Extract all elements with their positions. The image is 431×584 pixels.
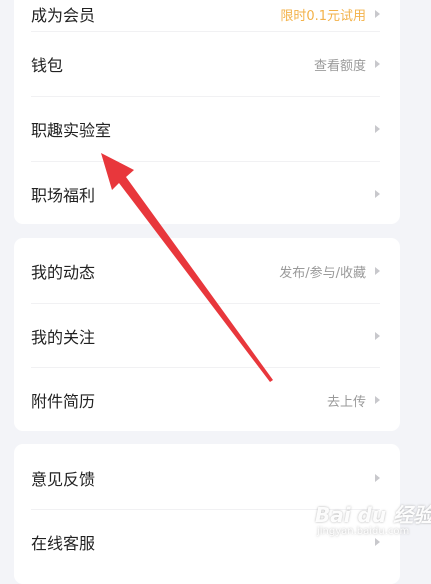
row-label: 职趣实验室: [31, 121, 112, 140]
row-value-wallet: 查看额度: [313, 58, 366, 74]
chevron-right-icon: [375, 190, 380, 198]
row-label: 在线客服: [31, 534, 96, 553]
chevron-right-icon: [375, 267, 380, 275]
chevron-right-icon: [375, 125, 380, 133]
row-workplace-benefits[interactable]: 职场福利: [14, 162, 400, 224]
row-my-posts[interactable]: 我的动态 发布/参与/收藏: [14, 239, 400, 303]
baidu-jingyan-watermark: Bai du 经验 jingyan.baidu.com: [315, 499, 431, 543]
row-label: 附件简历: [31, 392, 96, 411]
watermark-url: jingyan.baidu.com: [317, 526, 410, 537]
row-label: 意见反馈: [31, 470, 96, 489]
watermark-logo: Bai du 经验: [315, 503, 431, 527]
row-label: 我的关注: [31, 328, 96, 347]
settings-card-1: 成为会员 限时0.1元试用 钱包 查看额度 职趣实验室 职场福利: [14, 0, 400, 224]
row-career-lab[interactable]: 职趣实验室: [14, 97, 400, 161]
chevron-right-icon: [375, 396, 380, 404]
row-label: 我的动态: [31, 263, 96, 282]
row-value-my-posts: 发布/参与/收藏: [279, 265, 366, 281]
row-label: 钱包: [31, 56, 64, 75]
row-value-membership-trial: 限时0.1元试用: [280, 8, 366, 24]
row-label: 成为会员: [31, 6, 96, 25]
row-label: 职场福利: [31, 186, 96, 205]
chevron-right-icon: [375, 10, 380, 18]
row-wallet[interactable]: 钱包 查看额度: [14, 32, 400, 96]
chevron-right-icon: [375, 332, 380, 340]
row-my-follows[interactable]: 我的关注: [14, 304, 400, 368]
row-attachment-resume[interactable]: 附件简历 去上传: [14, 368, 400, 431]
chevron-right-icon: [375, 474, 380, 482]
row-value-upload: 去上传: [326, 394, 366, 410]
chevron-right-icon: [375, 60, 380, 68]
settings-card-2: 我的动态 发布/参与/收藏 我的关注 附件简历 去上传: [14, 238, 400, 431]
